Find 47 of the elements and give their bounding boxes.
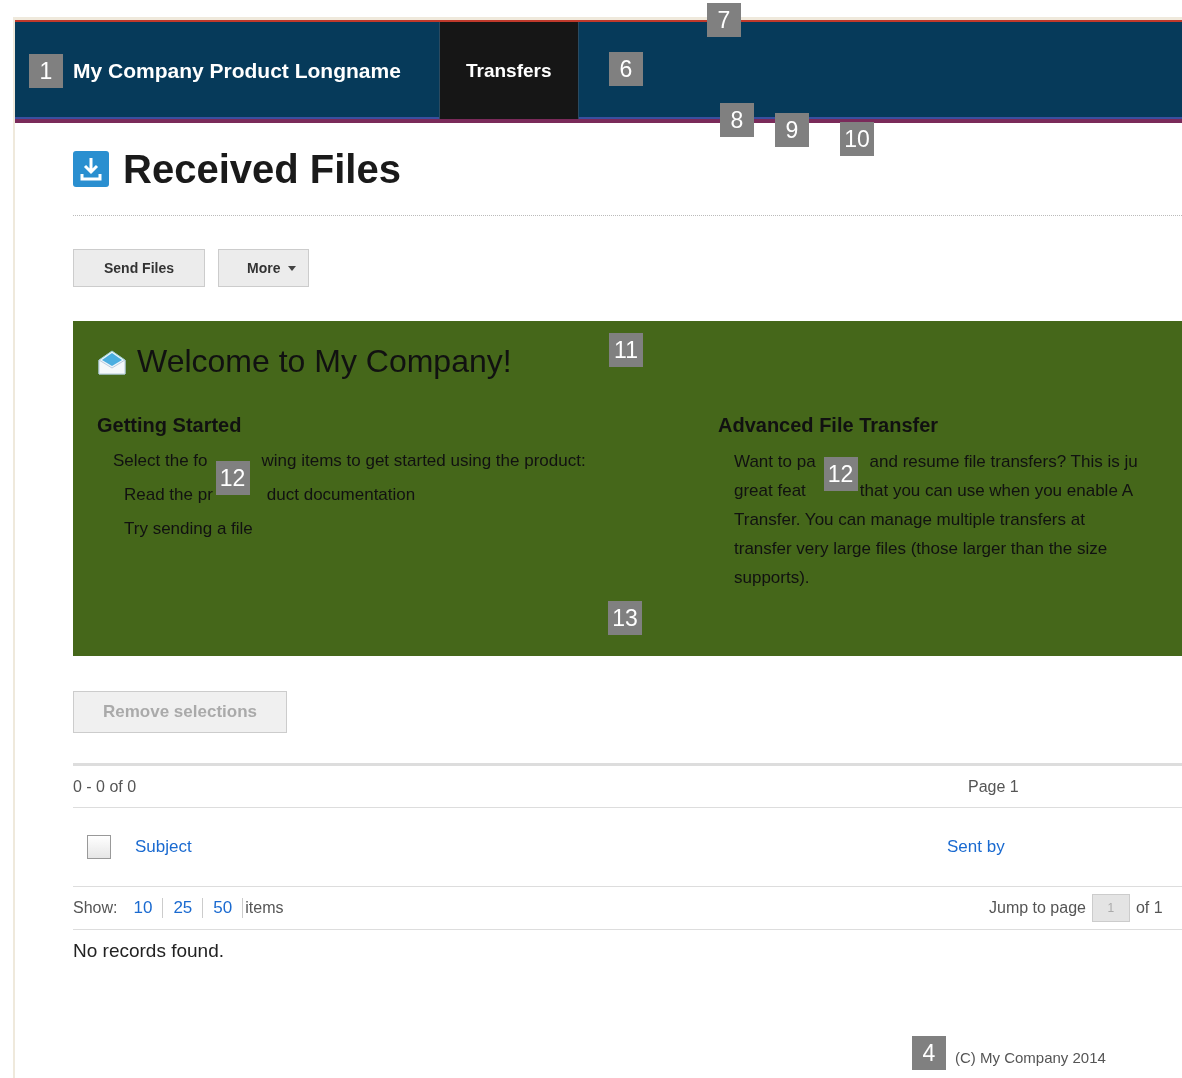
page-title: Received Files (123, 146, 401, 192)
page-size-link[interactable]: 10 (123, 898, 164, 918)
caret-icon (288, 265, 297, 271)
callout-number: 6 (609, 52, 643, 86)
jump-label: Jump to page (989, 899, 1086, 917)
paragraph-line: supports). (734, 568, 810, 587)
callout-number: 4 (912, 1036, 946, 1070)
page-count: of 1 (1135, 899, 1163, 917)
nav-tab[interactable]: Transfers (440, 22, 579, 119)
paragraph-line: and resume file transfers? This is ju (869, 452, 1138, 471)
record-range: 0 - 0 of 0 (73, 777, 138, 796)
select-all-checkbox[interactable] (87, 835, 111, 859)
callout-number: 12 (215, 461, 250, 495)
getting-started-link[interactable]: Try sending a file (124, 519, 253, 538)
callout-number: 13 (608, 601, 642, 635)
paragraph-line: great feat (734, 481, 806, 500)
paragraph-line: Transfer. You can manage multiple transfers at (734, 510, 1085, 529)
envelope-icon (97, 348, 127, 375)
paragraph-line: transfer very large files (those larger than the size (734, 539, 1108, 558)
empty-message: No records found. (73, 940, 226, 962)
welcome-title: Welcome to My Company! (137, 343, 512, 380)
callout-number: 7 (707, 3, 741, 37)
paragraph-line: Want to pa (734, 452, 816, 471)
callout-number: 11 (609, 333, 643, 367)
callout-number: 10 (840, 122, 874, 156)
column-header[interactable]: Subject (135, 837, 947, 857)
send-files-button[interactable]: Send Files (73, 249, 206, 287)
callout-number: 8 (720, 103, 754, 137)
page-size-link[interactable]: 50 (203, 898, 244, 918)
callout-number: 1 (29, 54, 63, 88)
more-dropdown-button[interactable]: More (218, 249, 310, 287)
intro-text: Select the fo (113, 451, 208, 470)
getting-started-link[interactable]: Read the pr (124, 485, 213, 504)
download-icon (73, 151, 109, 187)
show-label: Show: (73, 899, 118, 917)
items-label: items (245, 899, 284, 917)
getting-started-link[interactable]: duct documentation (266, 485, 416, 504)
intro-text: wing items to get started using the product: (261, 451, 586, 470)
section-heading: Getting Started (97, 414, 243, 437)
section-heading: Advanced File Transfer (718, 414, 940, 437)
callout-number: 9 (775, 113, 809, 147)
column-header[interactable]: Sent by (947, 837, 1005, 857)
callout-number: 12 (823, 457, 858, 491)
page-size-link[interactable]: 25 (163, 898, 204, 918)
copyright-text: (C) My Company 2014 (955, 1049, 1107, 1066)
paragraph-line: that you can use when you enable A (859, 481, 1133, 500)
page-indicator: Page 1 (968, 777, 1019, 796)
